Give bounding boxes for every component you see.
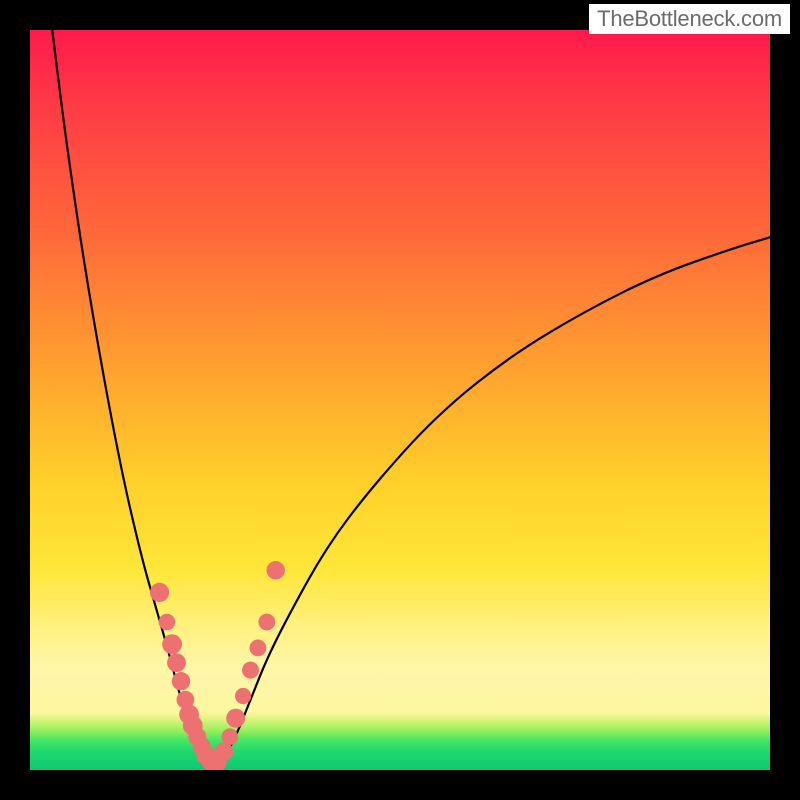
highlight-dot <box>226 709 245 728</box>
chart-frame: TheBottleneck.com <box>0 0 800 800</box>
plot-area <box>30 30 770 770</box>
highlight-dot <box>222 728 239 745</box>
highlight-dot <box>242 662 259 679</box>
highlight-dot <box>162 634 182 654</box>
bottleneck-curve <box>52 30 770 770</box>
highlight-dot <box>215 742 234 761</box>
highlight-dot <box>267 561 285 579</box>
curve-layer <box>30 30 770 770</box>
highlight-dot <box>159 614 176 631</box>
highlight-dot <box>258 614 275 631</box>
highlight-dot <box>250 640 267 657</box>
highlight-dot <box>150 583 169 602</box>
highlight-dot <box>167 653 186 672</box>
highlight-dot <box>235 688 251 704</box>
watermark-label: TheBottleneck.com <box>589 4 790 34</box>
highlight-dot <box>172 672 190 690</box>
